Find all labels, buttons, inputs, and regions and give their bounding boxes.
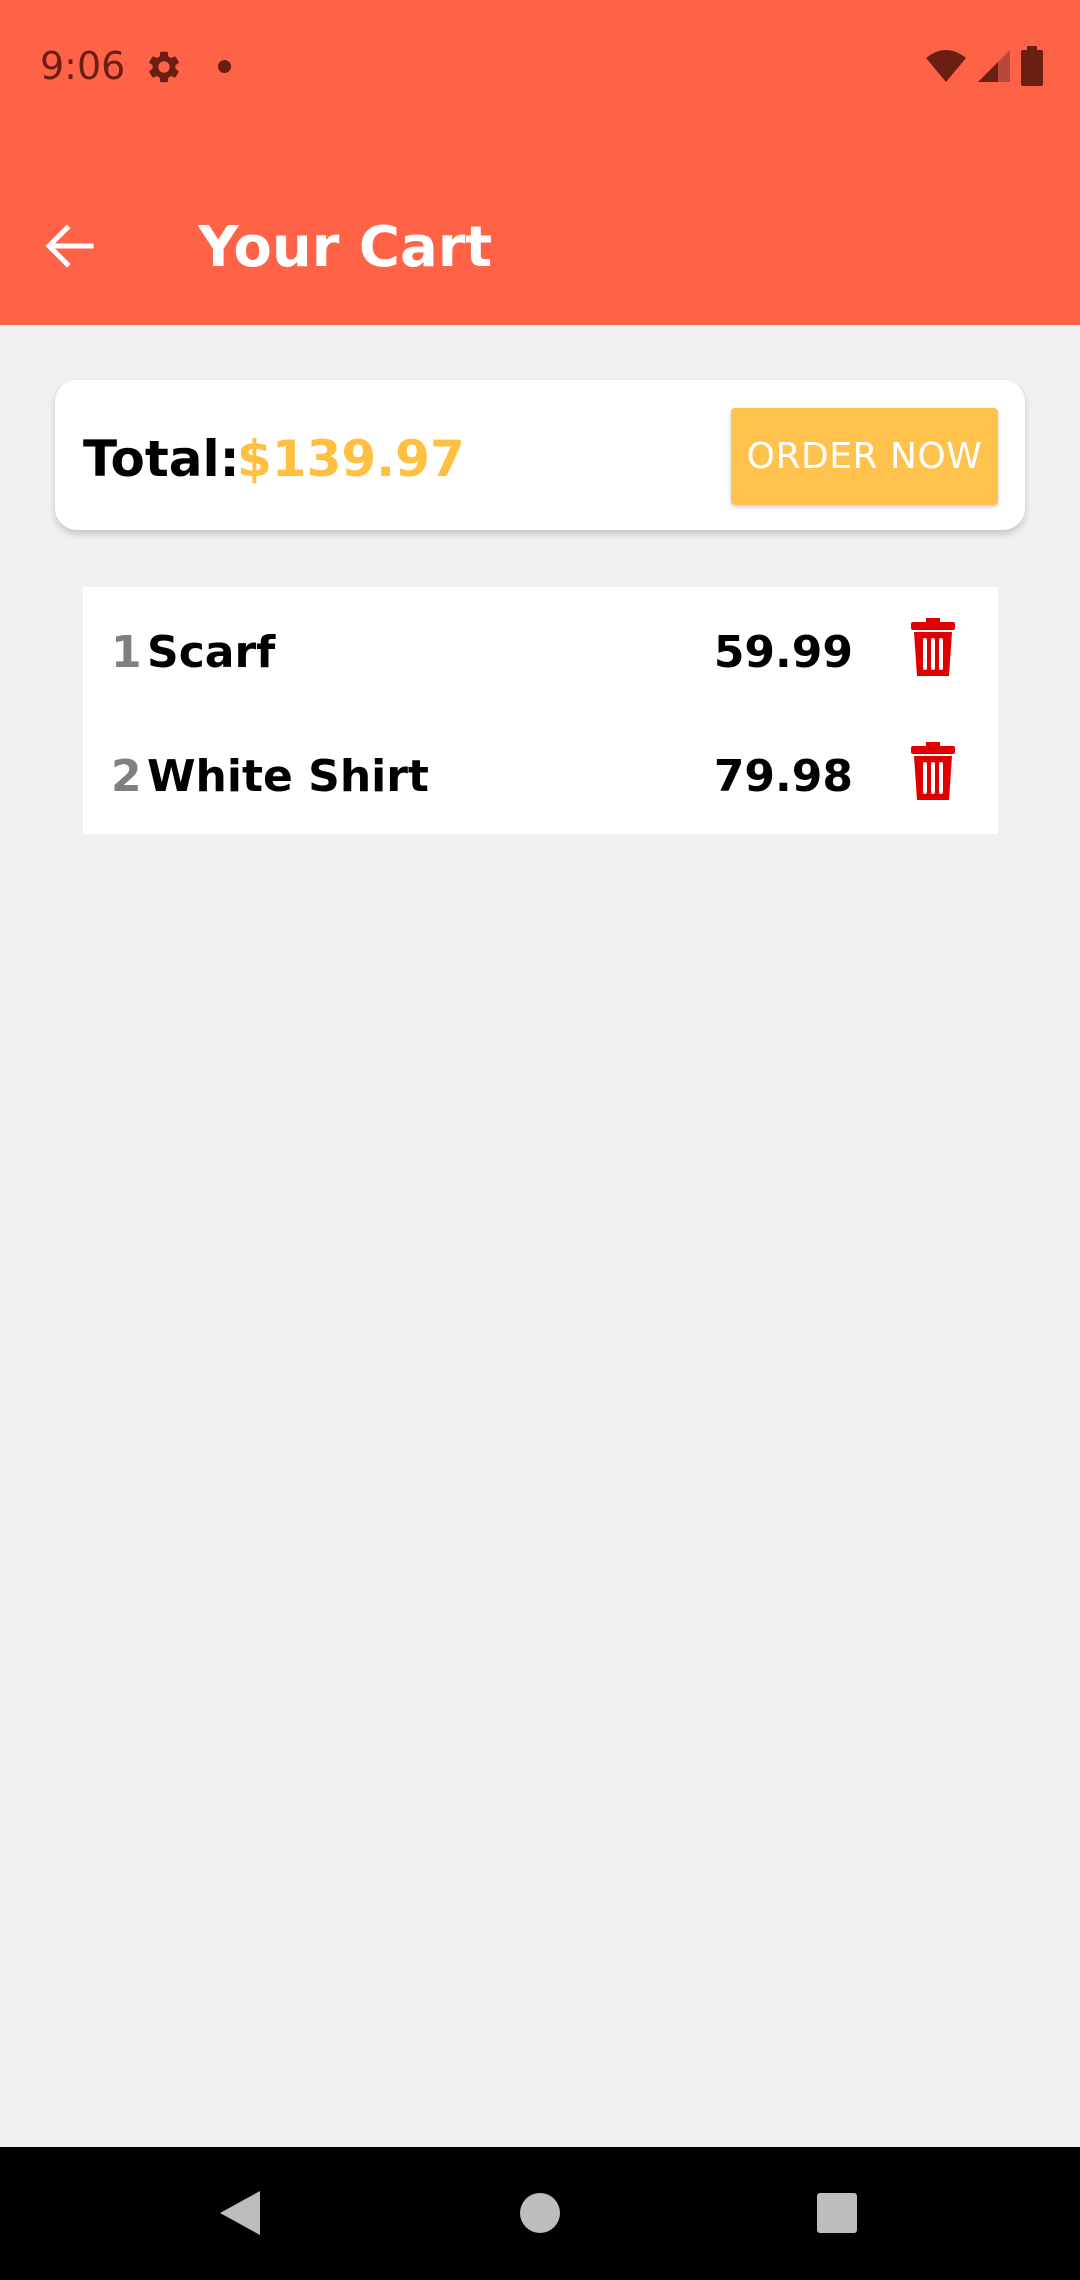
cart-list: 1 Scarf 59.99 2 White Shirt 79.98	[83, 587, 998, 834]
back-triangle-icon	[218, 2189, 262, 2242]
recents-square-icon	[816, 2192, 858, 2239]
item-price: 79.98	[713, 751, 853, 802]
item-price: 59.99	[713, 627, 853, 678]
item-name: White Shirt	[147, 751, 429, 802]
total-label: Total:	[83, 430, 240, 488]
total-card: Total: $139.97 ORDER NOW	[55, 380, 1025, 530]
back-button[interactable]	[30, 200, 110, 296]
item-name: Scarf	[147, 627, 276, 678]
item-index: 1	[111, 627, 142, 678]
gear-icon	[145, 48, 183, 86]
total-amount: $139.97	[237, 430, 465, 488]
battery-icon	[1020, 45, 1044, 91]
delete-item-button[interactable]	[903, 741, 963, 805]
wifi-icon	[924, 48, 968, 89]
item-index: 2	[111, 751, 142, 802]
nav-recents-button[interactable]	[797, 2175, 877, 2255]
list-item: 1 Scarf 59.99	[83, 587, 998, 711]
nav-back-button[interactable]	[200, 2175, 280, 2255]
app-bar	[0, 135, 1080, 325]
trash-icon	[909, 617, 957, 681]
page-title: Your Cart	[198, 215, 493, 280]
nav-home-button[interactable]	[500, 2175, 580, 2255]
list-item: 2 White Shirt 79.98	[83, 711, 998, 835]
status-icons	[924, 45, 1044, 91]
status-time: 9:06	[40, 44, 126, 88]
delete-item-button[interactable]	[903, 617, 963, 681]
system-navigation-bar	[0, 2147, 1080, 2280]
order-now-button[interactable]: ORDER NOW	[731, 408, 998, 505]
trash-icon	[909, 741, 957, 805]
arrow-left-icon	[45, 223, 95, 273]
cell-signal-icon	[976, 48, 1012, 89]
status-bar: 9:06	[0, 0, 1080, 135]
home-circle-icon	[519, 2192, 561, 2239]
notification-dot-icon	[218, 60, 231, 73]
